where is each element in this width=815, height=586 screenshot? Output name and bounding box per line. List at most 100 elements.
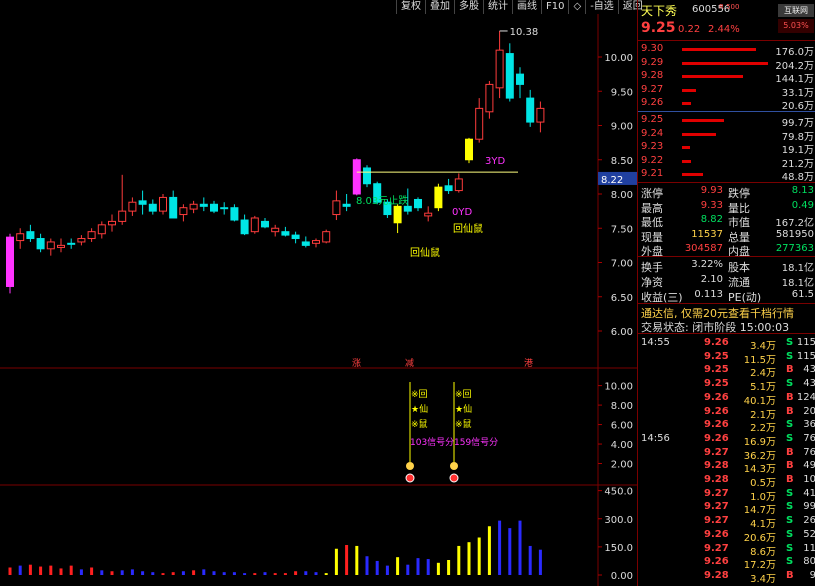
signal-tick-label: 8.00 bbox=[611, 401, 633, 412]
toolbar-item-3[interactable]: 统计 bbox=[483, 0, 512, 14]
price-tick-label: 7.00 bbox=[611, 259, 633, 270]
tick-count: 43 bbox=[803, 378, 815, 390]
tick-price: 9.26 bbox=[704, 528, 729, 540]
stat-value: 18.1亿 bbox=[781, 263, 814, 274]
volume-bar bbox=[273, 573, 277, 575]
toolbar-item-7[interactable]: -自选 bbox=[585, 0, 618, 14]
stat-label: 股本 bbox=[728, 261, 750, 274]
candle-body bbox=[159, 196, 167, 212]
volume-bar bbox=[130, 569, 134, 575]
candle-body bbox=[424, 212, 433, 217]
toolbar-item-6[interactable]: ◇ bbox=[568, 0, 585, 14]
tick-price: 9.26 bbox=[704, 405, 729, 417]
signal-tick-label: 10.00 bbox=[604, 382, 633, 393]
candle-body bbox=[312, 240, 320, 244]
bid-label: 9.21 bbox=[641, 168, 664, 180]
toolbar-item-2[interactable]: 多股 bbox=[454, 0, 483, 14]
candle-body bbox=[179, 207, 188, 216]
ask-label: 9.26 bbox=[641, 97, 664, 109]
candle-body bbox=[57, 244, 65, 248]
volume-bar bbox=[39, 566, 43, 575]
price-tick-label: 6.50 bbox=[611, 293, 633, 304]
bid-label: 9.24 bbox=[641, 127, 664, 139]
candle-body bbox=[332, 200, 341, 216]
sector-button[interactable]: 互联网 bbox=[778, 4, 814, 17]
tick-side: B bbox=[786, 391, 794, 403]
volume-bar bbox=[90, 567, 94, 575]
toolbar-item-4[interactable]: 画线 bbox=[512, 0, 541, 14]
last-price-tag: 8.22 bbox=[601, 175, 623, 186]
volume-bar bbox=[436, 562, 440, 575]
tick-count: 76 bbox=[803, 446, 815, 458]
toolbar-item-0[interactable]: 复权 bbox=[396, 0, 425, 14]
candle-body bbox=[414, 198, 422, 209]
marker-label: 港 bbox=[524, 357, 533, 369]
tick-side: S bbox=[786, 378, 794, 390]
signal-tick-label: 4.00 bbox=[611, 440, 633, 451]
tick-side: B bbox=[786, 460, 794, 472]
volume-bar bbox=[487, 526, 491, 575]
volume-bar bbox=[8, 567, 12, 575]
candle-body bbox=[148, 203, 157, 212]
stat-value: 18.1亿 bbox=[781, 278, 814, 289]
bid-bar bbox=[682, 119, 725, 122]
candle-body bbox=[403, 205, 412, 212]
volume-tick-label: 300.0 bbox=[604, 515, 633, 526]
stat-value: 2.10 bbox=[700, 274, 723, 285]
volume-bar bbox=[416, 558, 420, 575]
tick-price: 9.28 bbox=[704, 460, 729, 472]
volume-bar bbox=[253, 573, 257, 575]
candle-body bbox=[230, 207, 239, 221]
volume-tick-label: 150.0 bbox=[604, 543, 633, 554]
candle-body bbox=[261, 220, 269, 228]
bid-label: 9.25 bbox=[641, 114, 664, 125]
toolbar-item-5[interactable]: F10 bbox=[541, 0, 568, 14]
stat-value: 8.82 bbox=[700, 214, 723, 225]
tick-price: 9.26 bbox=[704, 432, 729, 444]
bid-label: 9.23 bbox=[641, 141, 664, 153]
tick-price: 9.27 bbox=[704, 446, 729, 458]
tick-count: 20 bbox=[803, 405, 815, 417]
signal-text: ※鼠 bbox=[455, 418, 472, 430]
volume-bar bbox=[345, 545, 349, 575]
volume-bar bbox=[18, 565, 22, 575]
yd-label: 0YD bbox=[452, 207, 472, 218]
tick-count: 9 bbox=[810, 570, 815, 581]
volume-bar bbox=[59, 568, 63, 575]
bid-label: 9.22 bbox=[641, 154, 664, 166]
candle-body bbox=[108, 220, 116, 226]
candle-body bbox=[505, 53, 514, 99]
tick-side: S bbox=[786, 419, 794, 431]
volume-bar bbox=[396, 557, 400, 575]
signal-coin-icon bbox=[406, 462, 414, 470]
volume-bar bbox=[171, 572, 175, 575]
limit-label: 8.03元止跌 bbox=[356, 194, 408, 207]
candle-body bbox=[46, 241, 55, 250]
toolbar-item-1[interactable]: 叠加 bbox=[425, 0, 454, 14]
yd-label: 3YD bbox=[485, 156, 505, 167]
volume-bar bbox=[447, 560, 451, 575]
volume-tick-label: 0.00 bbox=[611, 571, 633, 582]
tick-price: 9.27 bbox=[704, 542, 729, 554]
volume-bar bbox=[355, 545, 359, 575]
tick-price: 9.27 bbox=[704, 487, 729, 499]
volume-bar bbox=[151, 572, 155, 575]
volume-bar bbox=[324, 573, 328, 575]
marker-label: 涨 bbox=[352, 358, 361, 369]
volume-bar bbox=[222, 572, 226, 575]
tick-side: S bbox=[786, 528, 794, 540]
tick-side: S bbox=[786, 432, 794, 444]
candle-body bbox=[189, 203, 198, 210]
tick-side: B bbox=[786, 364, 794, 376]
kline-chart-area[interactable]: 10.00 9.50 9.00 8.50 8.00 7.50 7.00 6.50 6.00 8.2… bbox=[0, 0, 637, 586]
volume-bar bbox=[161, 573, 165, 575]
stat-value: 581950 bbox=[775, 228, 814, 240]
candle-body bbox=[199, 203, 208, 207]
tick-side: B bbox=[786, 569, 794, 581]
tick-price: 9.25 bbox=[704, 378, 729, 390]
candle-body bbox=[210, 203, 218, 212]
candle-body bbox=[138, 200, 147, 205]
tick-price: 9.26 bbox=[704, 337, 729, 348]
bid-bar bbox=[682, 173, 703, 177]
candle-body bbox=[220, 207, 229, 210]
